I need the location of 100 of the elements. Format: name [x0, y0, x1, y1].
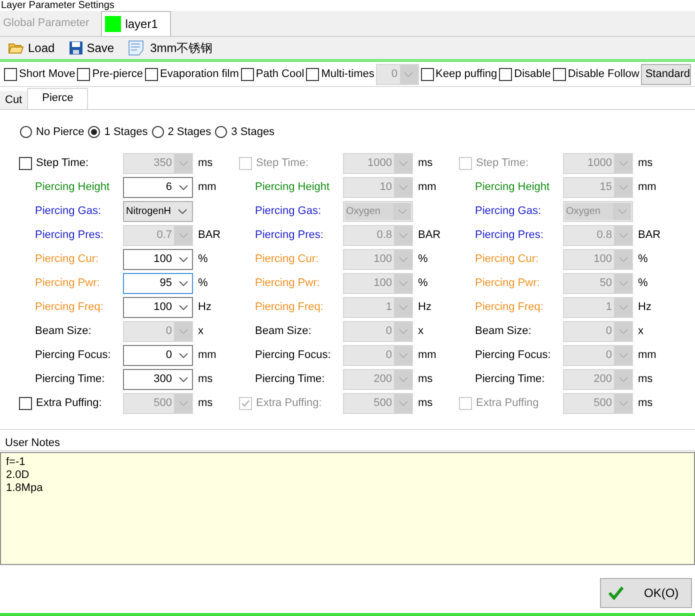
- folder-icon: [8, 41, 24, 55]
- number-field[interactable]: 95: [123, 272, 193, 294]
- radio-label: 1 Stages: [104, 124, 148, 140]
- checkbox[interactable]: [420, 68, 434, 81]
- unit-label: ms: [418, 156, 433, 171]
- caret-icon: [398, 400, 408, 406]
- unit-label: %: [418, 252, 428, 267]
- caret-icon: [178, 304, 188, 310]
- layer-tab[interactable]: layer1: [101, 11, 171, 36]
- number-field[interactable]: 100: [123, 296, 193, 318]
- caret-icon: [398, 352, 408, 358]
- dropdown-field[interactable]: NitrogenH: [123, 200, 193, 222]
- caret-icon: [618, 376, 628, 382]
- field-label: Piercing Gas:: [255, 204, 322, 219]
- toolbar-button[interactable]: Load: [8, 39, 55, 57]
- unit-label: BAR: [638, 228, 661, 243]
- unit-label: ms: [418, 396, 433, 411]
- unit-label: mm: [198, 180, 216, 195]
- option-label: Multi-times: [321, 67, 374, 82]
- checkbox[interactable]: [77, 68, 90, 81]
- field-label: Piercing Time:: [255, 372, 326, 387]
- caret-icon: [618, 352, 628, 358]
- field-label: Piercing Cur:: [255, 252, 320, 267]
- layer-tab[interactable]: Global Parameter: [0, 11, 102, 36]
- number-field[interactable]: 100: [123, 248, 193, 270]
- field-label: Piercing Pres:: [255, 228, 324, 243]
- note-line: f=-1: [6, 456, 26, 469]
- unit-label: ms: [198, 156, 213, 171]
- group-label: User Notes: [0, 436, 695, 451]
- field-label: Piercing Focus:: [255, 348, 332, 363]
- field-label: Piercing Time:: [475, 372, 546, 387]
- checkbox[interactable]: [499, 68, 512, 81]
- checkbox[interactable]: [4, 68, 17, 81]
- caret-icon: [178, 208, 186, 214]
- toolbar-button[interactable]: Save: [68, 39, 114, 57]
- caret-icon: [404, 72, 414, 77]
- unit-label: mm: [638, 348, 656, 363]
- option-label: Path Cool: [256, 67, 304, 82]
- unit-label: Hz: [418, 300, 432, 315]
- radio-label: 3 Stages: [231, 124, 275, 140]
- number-field[interactable]: 300: [123, 368, 193, 390]
- radio-label: 2 Stages: [168, 124, 212, 140]
- radio-button[interactable]: [20, 126, 32, 138]
- checkbox[interactable]: [145, 68, 158, 81]
- checkbox[interactable]: [240, 68, 254, 81]
- option-label: Pre-pierce: [92, 67, 143, 82]
- caret-icon: [618, 328, 628, 334]
- caret-icon: [178, 160, 188, 166]
- caret-icon: [398, 280, 408, 286]
- caret-icon: [618, 256, 628, 262]
- radio-button[interactable]: [152, 126, 164, 138]
- unit-label: ms: [638, 396, 653, 411]
- ok-button[interactable]: OK(O): [600, 578, 692, 608]
- field-label: Step Time:: [36, 156, 89, 171]
- mode-dropdown[interactable]: Standard: [641, 64, 691, 85]
- field-label: Piercing Freq:: [255, 300, 324, 315]
- unit-label: x: [418, 324, 424, 339]
- field-label: Extra Puffing: [476, 396, 539, 411]
- caret-icon: [398, 160, 408, 166]
- unit-label: ms: [638, 372, 653, 387]
- field-label: Piercing Cur:: [35, 252, 100, 267]
- unit-label: ms: [198, 372, 213, 387]
- caret-icon: [178, 376, 188, 382]
- caret-icon: [398, 328, 408, 334]
- option-label: Disable Follow: [568, 67, 640, 82]
- tab[interactable]: Cut: [0, 91, 28, 109]
- unit-label: %: [198, 252, 208, 267]
- caret-icon: [398, 304, 408, 310]
- note-line: 2.0D: [6, 469, 30, 482]
- number-field[interactable]: 6: [123, 176, 193, 198]
- toolbar-button[interactable]: 3mm不锈钢: [128, 39, 213, 57]
- caret-icon: [178, 352, 188, 358]
- radio-button[interactable]: [88, 126, 100, 138]
- field-label: Piercing Time:: [35, 372, 106, 387]
- radio-button[interactable]: [215, 126, 228, 138]
- caret-icon: [618, 304, 628, 310]
- unit-label: x: [198, 324, 204, 339]
- caret-icon: [618, 280, 628, 286]
- checkmark-icon: [608, 586, 624, 600]
- field-label: Step Time:: [476, 156, 529, 171]
- caret-icon: [398, 208, 406, 214]
- field-label: Piercing Freq:: [475, 300, 544, 315]
- unit-label: Hz: [198, 300, 212, 315]
- caret-icon: [618, 400, 628, 406]
- field-label: Piercing Pwr:: [35, 276, 101, 291]
- field-label: Beam Size:: [35, 324, 92, 339]
- unit-label: %: [638, 252, 648, 267]
- window-title: Layer Parameter Settings: [0, 0, 114, 11]
- checkbox[interactable]: [552, 68, 566, 81]
- caret-icon: [398, 232, 408, 238]
- field-label: Piercing Freq:: [35, 300, 104, 315]
- notes-textarea[interactable]: f=-1 2.0D 1.8Mpa: [0, 452, 695, 565]
- tab[interactable]: Pierce: [27, 88, 88, 109]
- option-label: Disable: [514, 67, 551, 82]
- number-field[interactable]: 0: [123, 344, 193, 366]
- field-label: Piercing Gas:: [475, 204, 542, 219]
- field-label: Beam Size:: [255, 324, 312, 339]
- checkbox[interactable]: [306, 68, 320, 81]
- caret-icon: [178, 232, 188, 238]
- field-label: Piercing Pres:: [475, 228, 544, 243]
